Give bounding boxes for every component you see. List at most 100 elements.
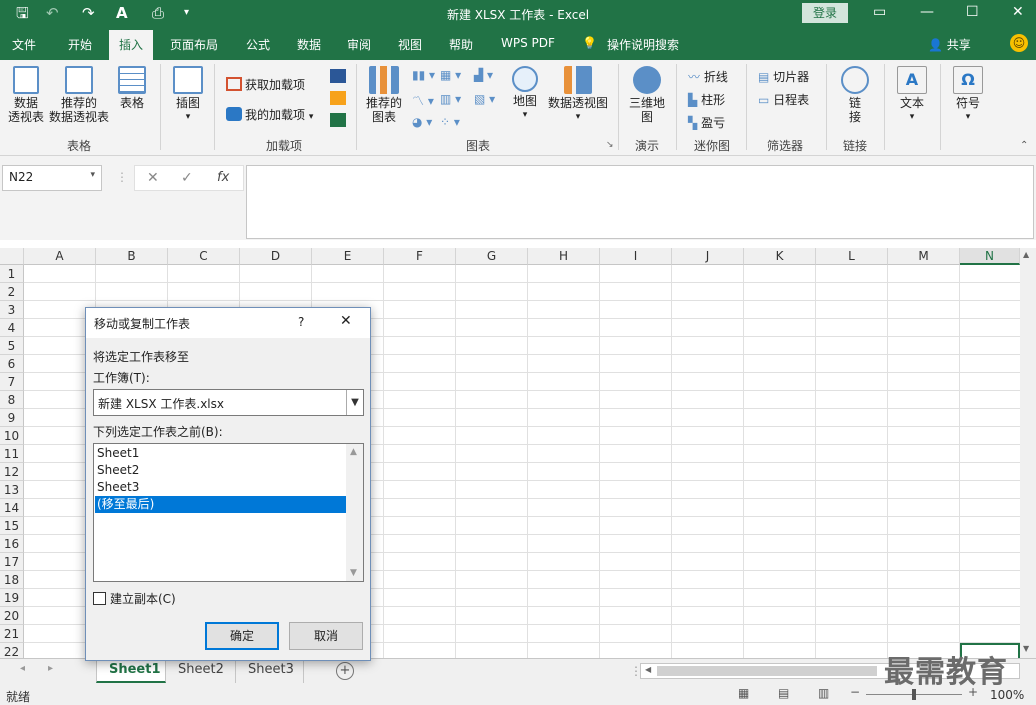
row-header-22[interactable]: 22: [0, 643, 24, 658]
column-header-l[interactable]: L: [816, 248, 888, 265]
row-header-5[interactable]: 5: [0, 337, 24, 355]
tab-insert[interactable]: 插入: [109, 30, 154, 60]
slicer-button[interactable]: ▤ 切片器: [758, 68, 809, 85]
login-button[interactable]: 登录: [802, 3, 848, 23]
name-box[interactable]: N22 ▾: [2, 165, 102, 191]
hierarchy-chart-icon[interactable]: ▦ ▾: [440, 68, 461, 82]
line-chart-icon[interactable]: 〽 ▾: [412, 92, 434, 109]
row-header-16[interactable]: 16: [0, 535, 24, 553]
my-addins-button[interactable]: 我的加载项 ▾: [226, 106, 313, 123]
list-item[interactable]: Sheet1: [95, 445, 347, 462]
column-header-a[interactable]: A: [24, 248, 96, 265]
list-scrollbar[interactable]: ▲ ▼: [346, 444, 363, 581]
resize-grip-icon[interactable]: ⋮: [116, 170, 128, 184]
column-header-c[interactable]: C: [168, 248, 240, 265]
column-header-f[interactable]: F: [384, 248, 456, 265]
tab-help[interactable]: 帮助: [449, 36, 473, 53]
symbol-button[interactable]: Ω 符号 ▾: [948, 66, 988, 124]
tab-file[interactable]: 文件: [12, 36, 36, 53]
ok-button[interactable]: 确定: [205, 622, 279, 650]
sparkline-line-button[interactable]: 〰 折线: [688, 68, 728, 85]
customize-qat-icon[interactable]: ▾: [184, 4, 189, 22]
row-header-2[interactable]: 2: [0, 283, 24, 301]
column-header-j[interactable]: J: [672, 248, 744, 265]
close-icon[interactable]: ✕: [340, 313, 352, 329]
table-button[interactable]: 表格: [114, 66, 150, 110]
cancel-button[interactable]: 取消: [289, 622, 363, 650]
row-header-14[interactable]: 14: [0, 499, 24, 517]
column-chart-icon[interactable]: ▮▮ ▾: [412, 68, 435, 82]
column-header-e[interactable]: E: [312, 248, 384, 265]
add-sheet-icon[interactable]: +: [336, 662, 354, 680]
row-header-3[interactable]: 3: [0, 301, 24, 319]
bing-icon[interactable]: [330, 91, 346, 105]
list-item[interactable]: Sheet2: [95, 462, 347, 479]
3d-map-button[interactable]: 三维地 图: [626, 66, 668, 124]
tab-home[interactable]: 开始: [68, 36, 92, 53]
font-color-icon[interactable]: A: [116, 4, 128, 22]
row-header-8[interactable]: 8: [0, 391, 24, 409]
redo-icon[interactable]: ↷: [82, 4, 95, 22]
maximize-icon[interactable]: ☐: [966, 4, 979, 20]
column-header-n[interactable]: N: [960, 248, 1020, 265]
recommended-charts-button[interactable]: 推荐的 图表: [362, 66, 406, 124]
pivot-table-button[interactable]: 数据 透视表: [4, 66, 48, 124]
row-header-1[interactable]: 1: [0, 265, 24, 283]
row-header-6[interactable]: 6: [0, 355, 24, 373]
zoom-out-icon[interactable]: −: [850, 685, 860, 699]
enter-formula-icon[interactable]: ✓: [181, 170, 193, 186]
row-header-20[interactable]: 20: [0, 607, 24, 625]
minimize-icon[interactable]: —: [920, 4, 934, 20]
tab-data[interactable]: 数据: [297, 36, 321, 53]
collapse-ribbon-icon[interactable]: ⌃: [1020, 140, 1028, 151]
select-all-corner[interactable]: [0, 248, 24, 265]
scroll-right-icon[interactable]: ▸: [48, 663, 53, 674]
sheet-tab-3[interactable]: Sheet3: [236, 659, 304, 683]
illustrations-button[interactable]: 插图 ▾: [168, 66, 208, 124]
link-button[interactable]: 链 接: [834, 66, 876, 124]
list-item-selected[interactable]: (移至最后): [95, 496, 347, 513]
tab-view[interactable]: 视图: [398, 36, 422, 53]
timeline-button[interactable]: ▭ 日程表: [758, 91, 809, 108]
formula-input[interactable]: [246, 165, 1034, 239]
chevron-down-icon[interactable]: ▾: [90, 170, 95, 180]
scroll-up-icon[interactable]: ▲: [1023, 250, 1029, 259]
people-graph-icon[interactable]: [330, 113, 346, 127]
row-header-4[interactable]: 4: [0, 319, 24, 337]
row-header-21[interactable]: 21: [0, 625, 24, 643]
recommended-pivot-button[interactable]: 推荐的 数据透视表: [46, 66, 112, 124]
row-header-15[interactable]: 15: [0, 517, 24, 535]
scroll-down-icon[interactable]: ▼: [1023, 644, 1029, 653]
column-header-m[interactable]: M: [888, 248, 960, 265]
row-header-19[interactable]: 19: [0, 589, 24, 607]
page-layout-view-icon[interactable]: ▤: [778, 686, 789, 700]
vertical-scrollbar[interactable]: ▲ ▼: [1020, 248, 1036, 658]
pie-chart-icon[interactable]: ◕ ▾: [412, 115, 432, 129]
save-icon[interactable]: 🖫: [16, 4, 29, 22]
scroll-thumb[interactable]: [657, 666, 877, 676]
scroll-left-icon[interactable]: ◀: [645, 665, 651, 674]
tab-review[interactable]: 审阅: [347, 36, 371, 53]
feedback-smiley-icon[interactable]: ☺: [1010, 34, 1028, 52]
list-item[interactable]: Sheet3: [95, 479, 347, 496]
statistic-chart-icon[interactable]: ▟ ▾: [474, 68, 493, 82]
before-sheet-list[interactable]: Sheet1 Sheet2 Sheet3 (移至最后) ▲ ▼: [93, 443, 364, 582]
column-header-h[interactable]: H: [528, 248, 600, 265]
map-chart-button[interactable]: 地图 ▾: [508, 66, 542, 122]
row-header-11[interactable]: 11: [0, 445, 24, 463]
scroll-down-icon[interactable]: ▼: [350, 568, 357, 578]
help-icon[interactable]: ?: [298, 315, 304, 329]
row-header-18[interactable]: 18: [0, 571, 24, 589]
undo-icon[interactable]: ↶: [46, 4, 59, 22]
create-copy-checkbox[interactable]: 建立副本(C): [93, 590, 176, 607]
tab-wps-pdf[interactable]: WPS PDF: [501, 36, 555, 50]
insert-function-icon[interactable]: fx: [217, 170, 229, 185]
sheet-tab-1[interactable]: Sheet1: [96, 659, 166, 683]
pivot-chart-button[interactable]: 数据透视图 ▾: [546, 66, 610, 124]
combo-chart-icon[interactable]: ▧ ▾: [474, 92, 495, 106]
row-header-9[interactable]: 9: [0, 409, 24, 427]
share-button[interactable]: 👤 共享: [928, 36, 971, 53]
column-header-b[interactable]: B: [96, 248, 168, 265]
get-addins-button[interactable]: 获取加载项: [226, 76, 305, 93]
sparkline-winloss-button[interactable]: ▚ 盈亏: [688, 114, 725, 131]
